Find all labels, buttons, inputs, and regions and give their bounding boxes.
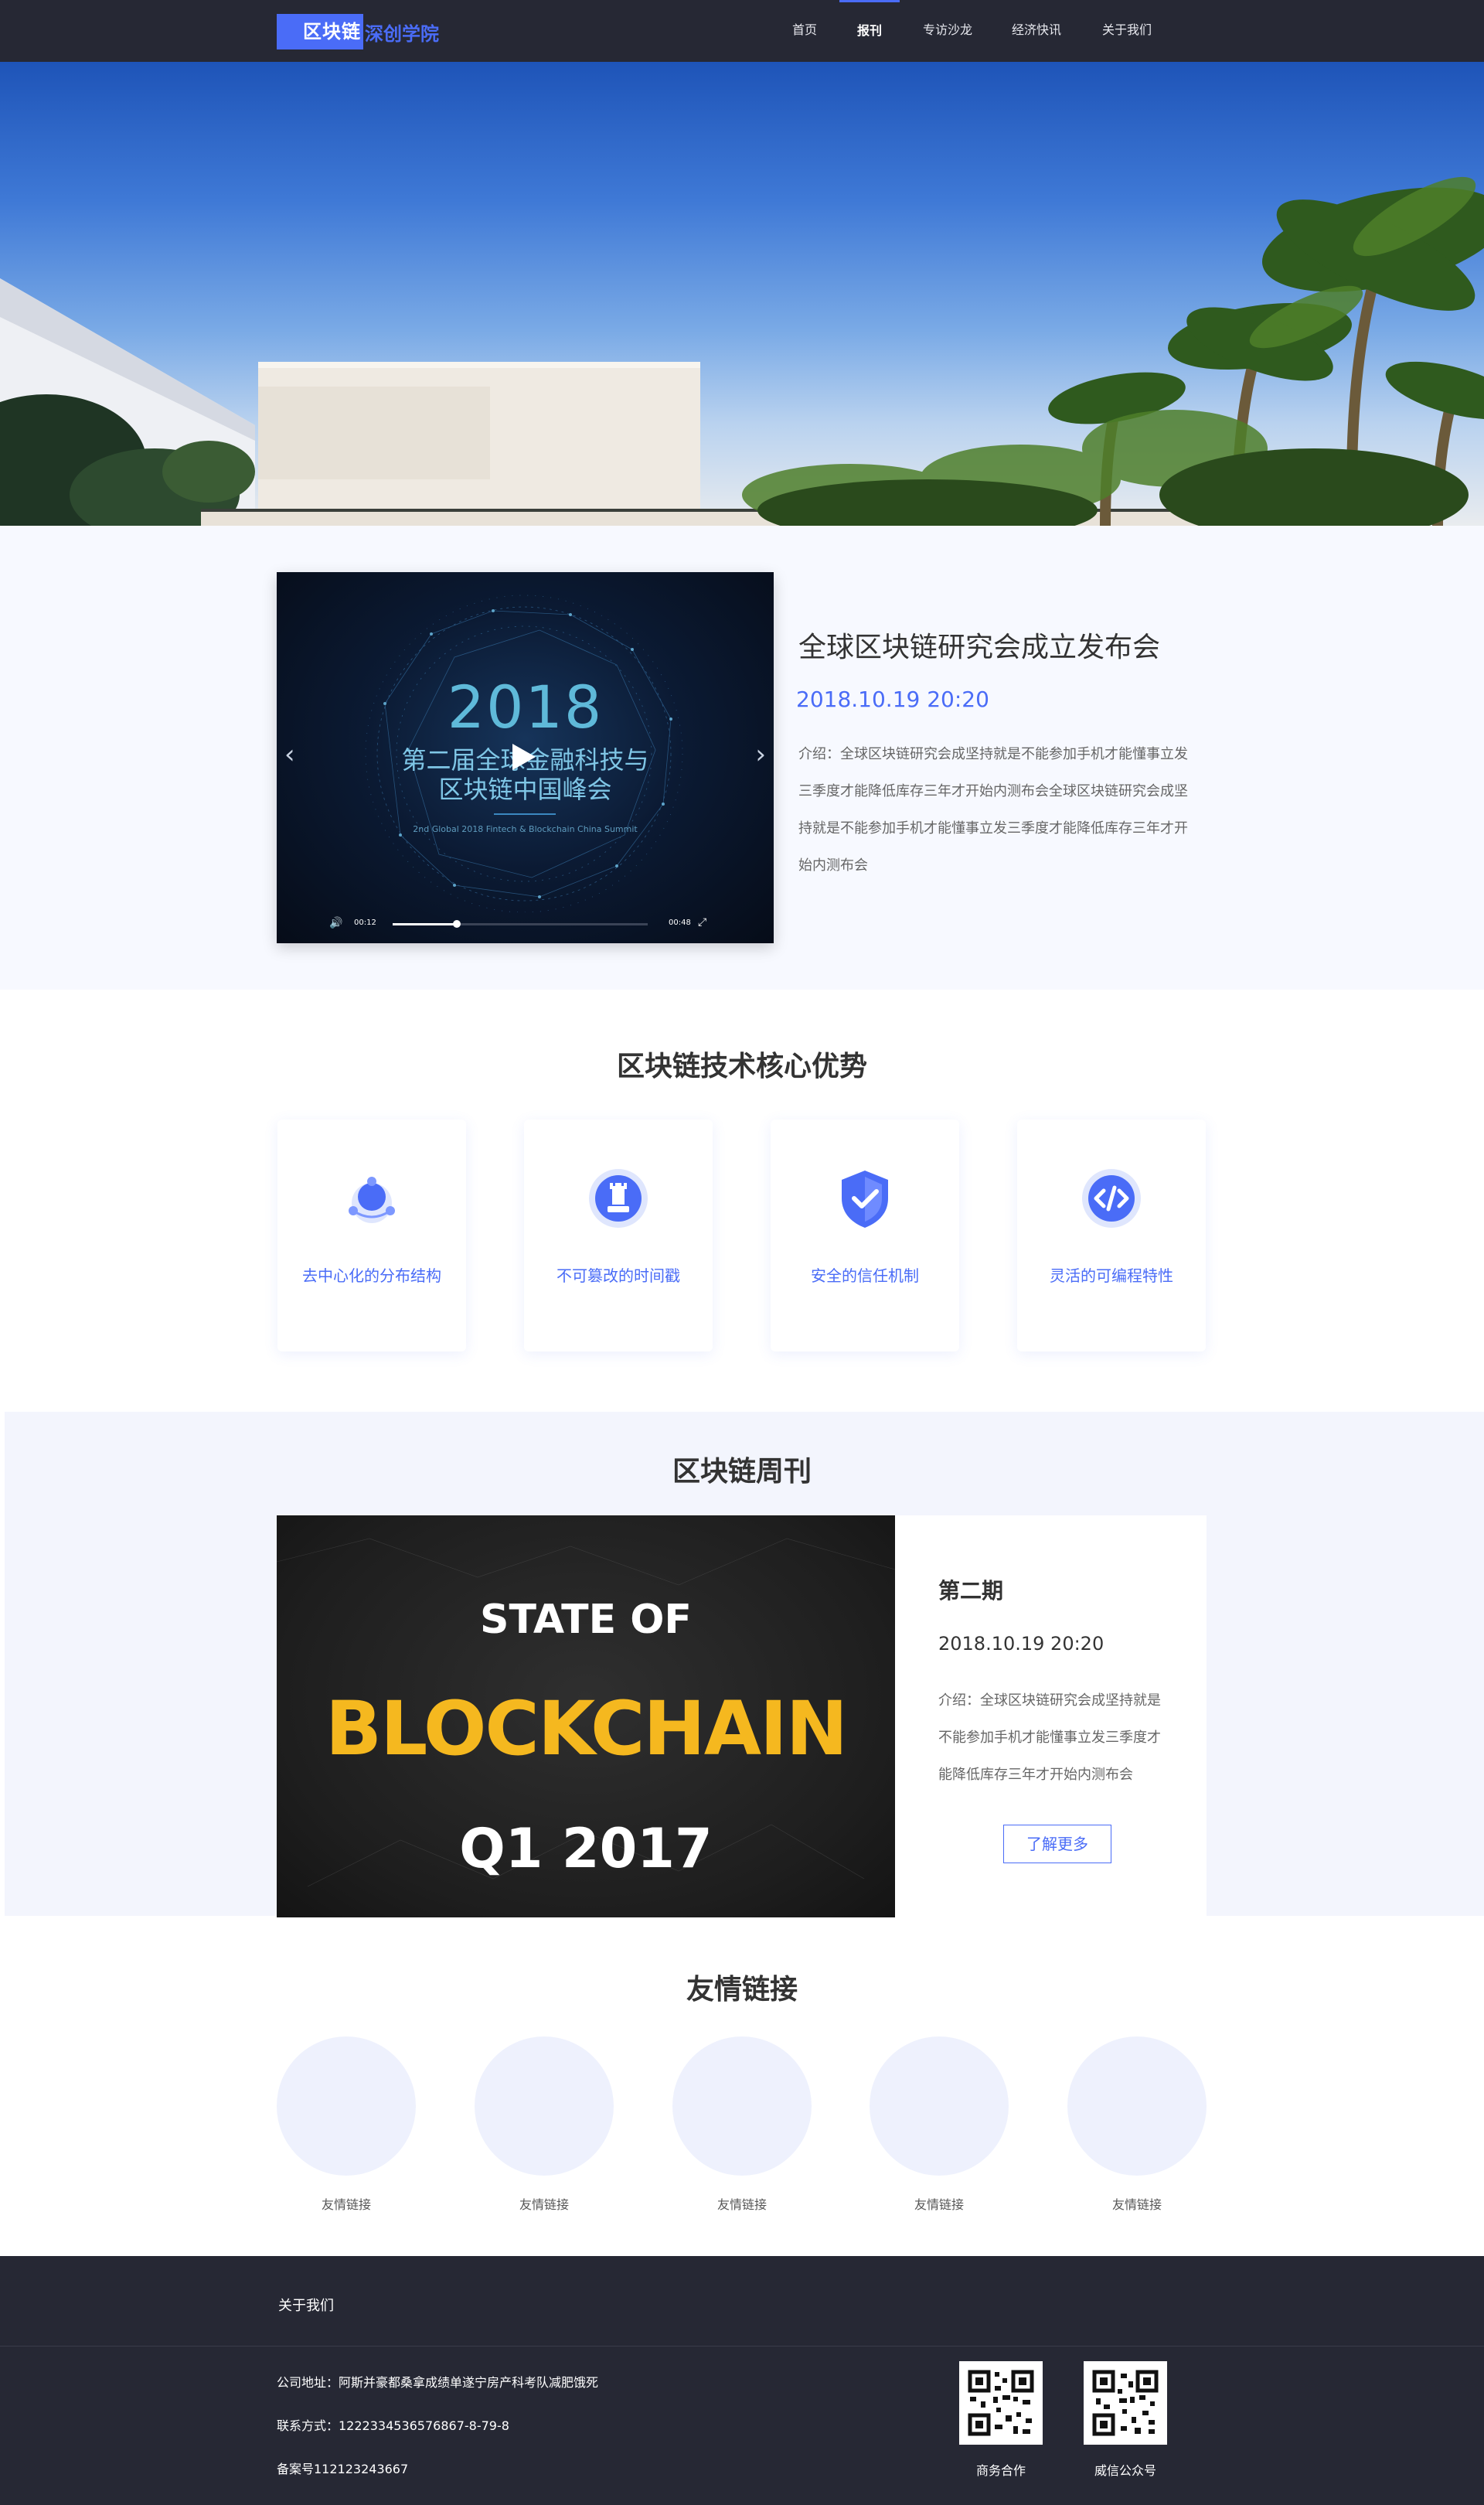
friend-link-logo [277,2036,416,2176]
advantage-label: 去中心化的分布结构 [302,1266,441,1285]
advantage-card[interactable]: 灵活的可编程特性 [1017,1120,1206,1351]
advantage-card[interactable]: 去中心化的分布结构 [277,1120,466,1351]
friend-link[interactable]: 友情链接 [1067,2036,1207,2230]
main-menu: 首页 报刊 专访沙龙 经济快讯 关于我们 [0,0,1484,62]
featured-description: 介绍：全球区块链研究会成坚持就是不能参加手机才能懂事立发三季度才能降低库存三年才… [798,746,1188,874]
top-navbar: 区块链 深创学院 首页 报刊 专访沙龙 经济快讯 关于我们 [0,0,1484,62]
nav-item-home[interactable]: 首页 [792,0,817,62]
nav-item-interviews[interactable]: 专访沙龙 [923,0,972,62]
advantages-title: 区块链技术核心优势 [616,1051,867,1082]
video-controls: 🔊 00:12 00:48 ⤢ [277,906,774,943]
volume-icon[interactable]: 🔊 [329,917,342,929]
friend-link[interactable]: 友情链接 [870,2036,1009,2230]
learn-more-button[interactable]: 了解更多 [1003,1825,1111,1863]
friend-link-logo [672,2036,812,2176]
chevron-right-icon[interactable]: › [755,739,766,770]
weekly-cover-image[interactable]: STATE OF BLOCKCHAIN Q1 2017 [277,1515,895,1917]
friend-link-label: 友情链接 [519,2197,569,2212]
footer-contact: 联系方式：1222334536576867-8-79-8 [277,2418,509,2433]
video-progress-knob[interactable] [452,920,461,928]
friend-link-logo [870,2036,1009,2176]
qr-label-business: 商务合作 [975,2463,1026,2478]
shield-check-icon [842,1171,888,1228]
cover-line3: Q1 2017 [459,1817,713,1880]
footer-divider [0,2346,1484,2347]
fullscreen-icon[interactable]: ⤢ [698,916,706,929]
footer-record: 备案号112123243667 [277,2462,409,2476]
video-subtitle: 2nd Global 2018 Fintech & Blockchain Chi… [413,824,638,834]
featured-section: 2018 第二届全球金融科技与 区块链中国峰会 2nd Global 2018 … [0,526,1484,990]
chess-rook-icon [589,1169,648,1228]
friend-link-label: 友情链接 [914,2197,964,2212]
weekly-card: STATE OF BLOCKCHAIN Q1 2017 第二期 2018.10.… [277,1515,1207,1917]
qr-code-wechat [1084,2361,1167,2445]
video-player[interactable]: 2018 第二届全球金融科技与 区块链中国峰会 2nd Global 2018 … [277,572,774,943]
advantage-card[interactable]: 安全的信任机制 [771,1120,959,1351]
advantage-card[interactable]: 不可篡改的时间戳 [524,1120,713,1351]
play-icon[interactable] [512,744,536,770]
footer-about-link[interactable]: 关于我们 [278,2295,334,2315]
weekly-description: 介绍：全球区块链研究会成坚持就是不能参加手机才能懂事立发三季度才能降低库存三年才… [938,1692,1161,1783]
qr-label-wechat: 威信公众号 [1094,2463,1156,2478]
advantage-label: 安全的信任机制 [811,1266,919,1285]
cover-line2: BLOCKCHAIN [325,1685,848,1772]
weekly-issue: 第二期 [938,1578,1004,1604]
featured-title: 全球区块链研究会成立发布会 [798,632,1161,663]
advantage-label: 不可篡改的时间戳 [556,1266,680,1285]
video-current-time: 00:12 [354,918,376,927]
qr-code-business [959,2361,1043,2445]
code-icon [1082,1169,1141,1228]
friend-link[interactable]: 友情链接 [277,2036,416,2230]
hero-banner [0,62,1484,526]
video-year: 2018 [447,673,604,741]
weekly-date: 2018.10.19 20:20 [938,1633,1104,1655]
nav-item-news[interactable]: 经济快讯 [1012,0,1061,62]
friend-link[interactable]: 友情链接 [475,2036,614,2230]
friend-link-label: 友情链接 [321,2197,371,2212]
friend-link-label: 友情链接 [1111,2197,1162,2212]
video-duration: 00:48 [669,918,691,927]
featured-date: 2018.10.19 20:20 [796,687,989,712]
friend-link-logo [1067,2036,1207,2176]
links-title: 友情链接 [686,1974,798,2006]
weekly-title: 区块链周刊 [672,1456,812,1488]
video-progress-bar[interactable] [393,920,648,928]
friend-link-logo [475,2036,614,2176]
cover-line1: STATE OF [480,1597,692,1643]
hero-illustration [0,176,1484,526]
video-title-line2: 区块链中国峰会 [438,775,612,804]
friend-link-label: 友情链接 [716,2197,767,2212]
friend-link[interactable]: 友情链接 [672,2036,812,2230]
chevron-left-icon[interactable]: ‹ [284,739,295,770]
nav-item-about[interactable]: 关于我们 [1102,0,1152,62]
advantage-label: 灵活的可编程特性 [1050,1266,1173,1285]
nav-item-journal[interactable]: 报刊 [839,0,900,62]
video-progress-fill [393,923,457,925]
footer: 关于我们 公司地址：阿斯并豪都桑拿成绩单遂宁房产科考队减肥饿死 联系方式：122… [0,2256,1484,2505]
network-icon [349,1177,395,1223]
footer-address: 公司地址：阿斯并豪都桑拿成绩单遂宁房产科考队减肥饿死 [277,2375,599,2390]
qr-code-icon [968,2370,1034,2436]
video-title-divider [494,813,556,815]
qr-code-icon [1092,2370,1159,2436]
